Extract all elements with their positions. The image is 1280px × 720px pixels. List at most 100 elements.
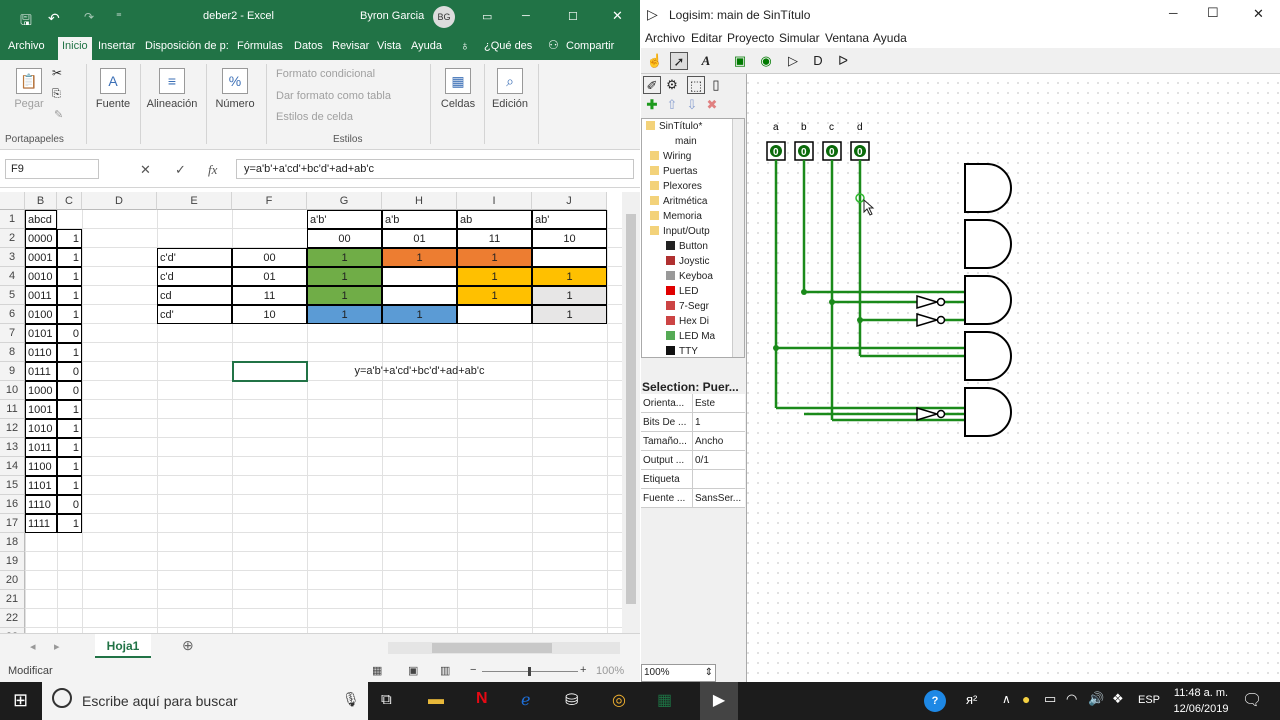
truth-input-cell[interactable]: 0110 [25,343,57,362]
tree-folder-3[interactable]: Aritmética [650,194,707,209]
row-header-3[interactable]: 3 [0,248,25,267]
kmap-cell[interactable]: 1 [307,248,382,267]
attr-value[interactable]: Este [695,398,715,409]
tab-ayuda[interactable]: Ayuda [411,40,442,52]
attr-row[interactable]: Output ... 0/1 [641,451,745,470]
select-all-corner[interactable] [0,192,25,210]
col-header-F[interactable]: F [232,192,307,210]
kmap-col-code[interactable]: 01 [382,229,457,248]
tree-io-item-5[interactable]: Hex Di [666,314,709,329]
cut-icon[interactable]: ✂ [52,66,62,80]
truth-output-cell[interactable]: 1 [57,267,82,286]
page-break-icon[interactable]: ▥ [440,664,450,677]
attr-value[interactable]: 0/1 [695,455,709,466]
tab-insertar[interactable]: Insertar [98,40,135,52]
truth-input-cell[interactable]: 0001 [25,248,57,267]
netflix-icon[interactable]: N [476,690,488,708]
truth-input-cell[interactable]: 0101 [25,324,57,343]
row-header-7[interactable]: 7 [0,324,25,343]
font-button[interactable]: A Fuente [92,68,134,110]
kmap-row-code[interactable]: 00 [232,248,307,267]
truth-output-cell[interactable]: 1 [57,343,82,362]
or-gate-icon[interactable]: ᐅ [834,52,852,70]
menu-ventana[interactable]: Ventana [825,31,869,45]
paste-button[interactable]: 📋 Pegar [10,68,48,110]
format-painter-icon[interactable]: ✎ [54,108,63,121]
truth-output-cell[interactable]: 1 [57,248,82,267]
undo-icon[interactable]: ↶ [48,10,60,27]
zoom-slider-thumb[interactable] [528,667,531,676]
kmap-cell[interactable] [382,267,457,286]
row-header-19[interactable]: 19 [0,552,25,571]
attr-row[interactable]: Fuente ... SansSer... [641,489,745,508]
appearance-view-icon[interactable]: ⬚ [687,76,705,94]
delete-circuit-icon[interactable]: ✖ [703,96,721,114]
and-gate-icon[interactable]: D [809,52,827,70]
task-view-icon[interactable]: ⧉ [381,691,392,708]
row-header-5[interactable]: 5 [0,286,25,305]
kmap-cell[interactable]: 1 [532,267,607,286]
kmap-col-var[interactable]: ab [457,210,532,229]
logisim-taskbar-icon[interactable]: ▶ [700,682,738,720]
close-icon[interactable]: ✕ [612,8,623,24]
kmap-cell[interactable]: 1 [307,305,382,324]
tray-chevron-icon[interactable]: ∧ [1002,692,1011,706]
row-header-21[interactable]: 21 [0,590,25,609]
and-gate-2[interactable] [964,219,1012,269]
edge-icon[interactable]: ℯ [521,690,530,710]
row-header-9[interactable]: 9 [0,362,25,381]
add-sheet-icon[interactable]: ⊕ [182,637,194,654]
expression-cell[interactable]: y=a'b'+a'cd'+bc'd'+ad+ab'c [307,362,532,381]
truth-input-cell[interactable]: 1101 [25,476,57,495]
tree-folder-0[interactable]: Wiring [650,149,691,164]
truth-input-cell[interactable]: 1110 [25,495,57,514]
move-up-icon[interactable]: ⇧ [663,96,681,114]
kmap-row-var[interactable]: c'd [157,267,232,286]
row-header-14[interactable]: 14 [0,457,25,476]
kmap-col-var[interactable]: a'b' [307,210,382,229]
col-header-G[interactable]: G [307,192,382,210]
tell-me-box[interactable]: ¿Qué des [484,40,532,52]
kmap-col-code[interactable]: 00 [307,229,382,248]
zoom-spinner-icon[interactable]: ⇕ [705,667,713,678]
output-pin-icon[interactable]: ◉ [757,52,775,70]
truth-input-cell[interactable]: 1111 [25,514,57,533]
row-header-15[interactable]: 15 [0,476,25,495]
truth-output-cell[interactable]: 1 [57,400,82,419]
attr-row[interactable]: Orienta... Este [641,394,745,413]
row-header-20[interactable]: 20 [0,571,25,590]
formula-input[interactable]: y=a'b'+a'cd'+bc'd'+ad+ab'c [236,159,634,179]
attr-row[interactable]: Tamaño... Ancho [641,432,745,451]
vertical-scrollbar[interactable] [622,192,640,633]
excel-taskbar-icon[interactable]: ▦ [657,690,672,710]
cell-styles-button[interactable]: Estilos de celda [276,111,353,123]
logisim-close-icon[interactable]: ✕ [1253,6,1264,22]
wifi-icon[interactable]: ◠ [1066,691,1077,707]
kmap-col-var[interactable]: ab' [532,210,607,229]
menu-ayuda[interactable]: Ayuda [873,31,907,45]
truth-input-cell[interactable]: 0010 [25,267,57,286]
tab-inicio[interactable]: Inicio [58,37,92,60]
tree-folder-2[interactable]: Plexores [650,179,702,194]
next-sheet-icon[interactable]: ▸ [54,640,60,653]
kmap-cell[interactable]: 1 [532,305,607,324]
and-gate-1[interactable] [964,163,1012,213]
attr-row[interactable]: Bits De ... 1 [641,413,745,432]
vertical-scroll-thumb[interactable] [626,214,636,604]
help-icon[interactable]: ? [924,690,946,712]
truth-input-cell[interactable]: 1011 [25,438,57,457]
simulation-view-icon[interactable]: ⚙ [663,76,681,94]
kmap-cell[interactable]: 1 [457,286,532,305]
attr-value[interactable]: Ancho [695,436,723,447]
kmap-cell[interactable] [457,305,532,324]
kmap-cell[interactable]: 1 [457,267,532,286]
tree-folder-4[interactable]: Memoria [650,209,702,224]
clock-date[interactable]: 12/06/2019 [1168,703,1234,715]
toolbox-view-icon[interactable]: ✐ [643,76,661,94]
enter-icon[interactable]: ✓ [175,162,186,178]
maximize-icon[interactable]: ☐ [568,10,578,23]
col-header-C[interactable]: C [57,192,82,210]
row-header-6[interactable]: 6 [0,305,25,324]
select-tool-icon[interactable]: ➚ [670,52,688,70]
explorer-scrollbar[interactable] [732,119,744,357]
